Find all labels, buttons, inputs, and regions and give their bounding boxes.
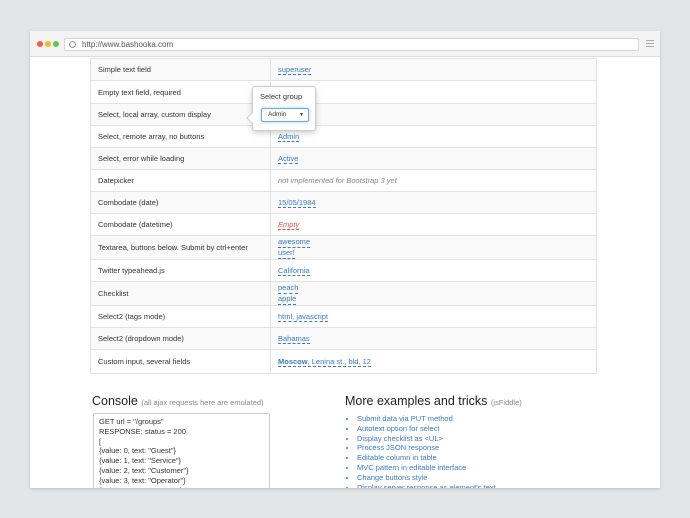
field-value-cell: Active (270, 147, 597, 170)
editable-value[interactable]: superuser (278, 64, 312, 75)
hamburger-menu-icon[interactable] (646, 40, 654, 49)
table-row: Checklist peach apple (90, 281, 597, 306)
field-value-cell (270, 80, 597, 104)
more-examples-heading: More examples and tricks (jsFiddle) (345, 394, 522, 408)
table-row: Select2 (dropdown mode) Bahamas (90, 327, 597, 350)
field-label: Combodate (datetime) (90, 213, 271, 236)
group-select[interactable]: Admin ▼ (261, 108, 309, 122)
more-examples-list: Submit data via PUT methodAutotext optio… (357, 414, 496, 488)
console-output[interactable]: GET url = "/groups" RESPONSE: status = 20… (93, 413, 270, 488)
table-row: Combodate (date) 15/05/1984 (90, 191, 597, 214)
editable-value[interactable]: user! (278, 248, 295, 259)
field-value-cell: Empty (270, 213, 597, 236)
field-note: not implemented for Bootstrap 3 yet (278, 176, 397, 185)
field-value-cell: awesome user! (270, 235, 597, 260)
table-row: Select, local array, custom display (90, 103, 597, 126)
field-value-cell: 15/05/1984 (270, 191, 597, 214)
console-title: Console (92, 394, 138, 408)
select-group-popover: Select group Admin ▼ (246, 86, 316, 131)
field-label: Twitter typeahead.js (90, 259, 271, 282)
minimize-window-icon[interactable] (45, 41, 51, 47)
field-value-cell (270, 103, 597, 126)
field-label: Checklist (90, 281, 271, 306)
browser-toolbar: http://www.bashooka.com (30, 31, 660, 57)
table-row: Custom input, several fields Moscow, Leni… (90, 349, 597, 374)
editable-value[interactable]: Empty (278, 220, 300, 230)
table-row: Combodate (datetime) Empty (90, 213, 597, 236)
console-line: [ (99, 436, 102, 446)
field-value-cell: Bahamas (270, 327, 597, 350)
console-line: {value: 3, text: "Operator"} (99, 475, 186, 485)
field-label: Datepicker (90, 169, 271, 192)
console-line: {value: 4, text: "Support"} (99, 486, 264, 488)
editable-value[interactable]: peach (278, 283, 299, 294)
editable-value[interactable]: Moscow, Lenina st., bld. 12 (278, 356, 371, 367)
table-row: Select, error while loading Active (90, 147, 597, 170)
console-line: {value: 2, text: "Customer"} (99, 465, 189, 475)
editable-value[interactable]: Admin (278, 131, 300, 142)
example-link[interactable]: MVC pattern in editable interface (357, 463, 496, 473)
field-value-cell: Moscow, Lenina st., bld. 12 (270, 349, 597, 374)
field-label: Combodate (date) (90, 191, 271, 214)
table-row: Textarea, buttons below. Submit by ctrl+… (90, 235, 597, 260)
editable-value[interactable]: 15/05/1984 (278, 197, 316, 208)
field-value-cell: peach apple (270, 281, 597, 306)
field-value-cell: California (270, 259, 597, 282)
field-value-cell: not implemented for Bootstrap 3 yet (270, 169, 597, 192)
field-label: Select2 (tags mode) (90, 305, 271, 328)
console-line: {value: 0, text: "Guest"} (99, 446, 177, 456)
table-row: Select2 (tags mode) html, javascript (90, 305, 597, 328)
editable-fields-table: Simple text field superuser Empty text fie… (90, 58, 597, 374)
table-row: Empty text field, required (90, 80, 597, 104)
field-label: Select, local array, custom display (90, 103, 271, 126)
editable-value[interactable]: California (278, 265, 310, 276)
editable-value[interactable]: awesome (278, 237, 311, 248)
field-label: Simple text field (90, 58, 271, 81)
example-link[interactable]: Submit data via PUT method (357, 414, 496, 424)
field-value-cell: Admin (270, 125, 597, 148)
address-bar[interactable]: http://www.bashooka.com (64, 38, 639, 51)
field-label: Custom input, several fields (90, 349, 271, 374)
search-icon (69, 41, 76, 48)
more-examples-note: (jsFiddle) (490, 398, 522, 407)
browser-window: http://www.bashooka.com Simple text fiel… (30, 31, 660, 488)
page-content: Simple text field superuser Empty text fie… (30, 58, 660, 488)
field-value-cell: superuser (270, 58, 597, 81)
console-line: RESPONSE: status = 200 (99, 426, 186, 436)
field-label: Select, remote array, no buttons (90, 125, 271, 148)
group-select-value: Admin (268, 111, 287, 118)
table-row: Simple text field superuser (90, 58, 597, 81)
example-link[interactable]: Display checklist as <UL> (357, 434, 496, 444)
editable-value[interactable]: html, javascript (278, 311, 329, 322)
console-note: (all ajax requests here are emulated) (141, 398, 264, 407)
popover-title: Select group (260, 92, 303, 101)
field-label: Empty text field, required (90, 80, 271, 104)
editable-value[interactable]: Active (278, 153, 299, 164)
dropdown-caret-icon: ▼ (299, 112, 304, 118)
field-value-cell: html, javascript (270, 305, 597, 328)
editable-value[interactable]: apple (278, 294, 297, 305)
field-label: Select, error while loading (90, 147, 271, 170)
table-row: Datepicker not implemented for Bootstrap … (90, 169, 597, 192)
table-row: Select, remote array, no buttons Admin (90, 125, 597, 148)
close-window-icon[interactable] (37, 41, 43, 47)
example-link[interactable]: Change buttons style (357, 473, 496, 483)
example-link[interactable]: Process JSON response (357, 443, 496, 453)
more-examples-title: More examples and tricks (345, 394, 488, 408)
editable-value[interactable]: Bahamas (278, 333, 310, 344)
example-link[interactable]: Autotext option for select (357, 424, 496, 434)
console-line: GET url = "/groups" (99, 417, 164, 426)
table-row: Twitter typeahead.js California (90, 259, 597, 282)
console-line: {value: 1, text: "Service"} (99, 456, 182, 466)
field-label: Textarea, buttons below. Submit by ctrl+… (90, 235, 271, 260)
console-heading: Console (all ajax requests here are emul… (92, 394, 264, 408)
example-link[interactable]: Editable column in table (357, 453, 496, 463)
example-link[interactable]: Display server response as element's tex… (357, 483, 496, 488)
field-label: Select2 (dropdown mode) (90, 327, 271, 350)
address-url: http://www.bashooka.com (82, 40, 174, 49)
maximize-window-icon[interactable] (53, 41, 59, 47)
